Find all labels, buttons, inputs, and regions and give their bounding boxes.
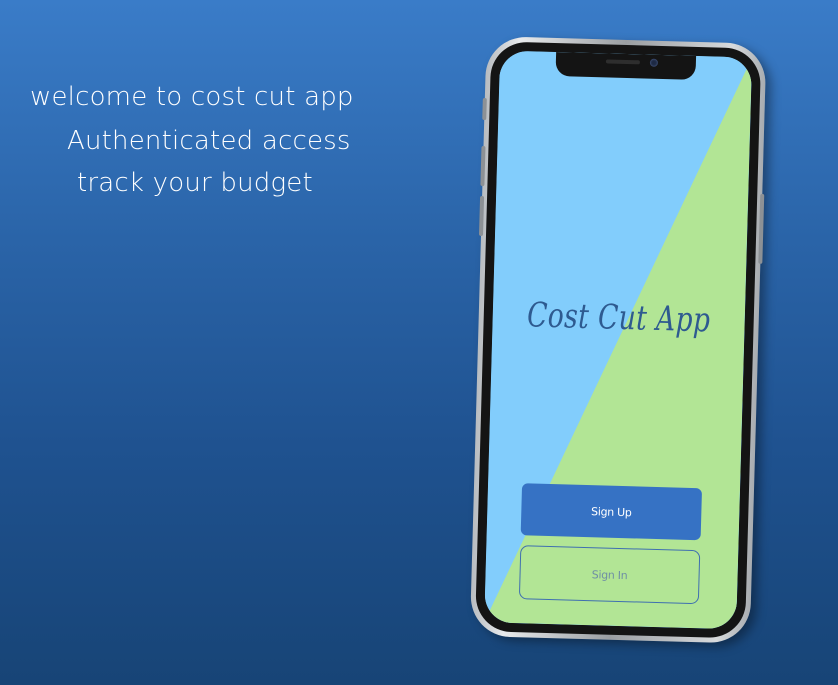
phone-mockup: Cost Cut App Sign Up Sign In [469, 36, 777, 654]
phone-side-button-top [482, 97, 487, 121]
promo-feature-auth: Authenticated access [67, 126, 351, 156]
app-title: Cost Cut App [526, 295, 711, 341]
promo-headline: welcome to cost cut app [30, 82, 354, 112]
phone-screen: Cost Cut App Sign Up Sign In [484, 50, 753, 630]
phone-notch [555, 52, 697, 80]
sign-in-button[interactable]: Sign In [518, 545, 701, 605]
promo-feature-budget: track your budget [77, 168, 313, 198]
phone-power-button [758, 193, 765, 264]
front-camera-icon [649, 58, 659, 67]
speaker-grille [605, 59, 640, 65]
sign-up-button[interactable]: Sign Up [520, 483, 703, 541]
